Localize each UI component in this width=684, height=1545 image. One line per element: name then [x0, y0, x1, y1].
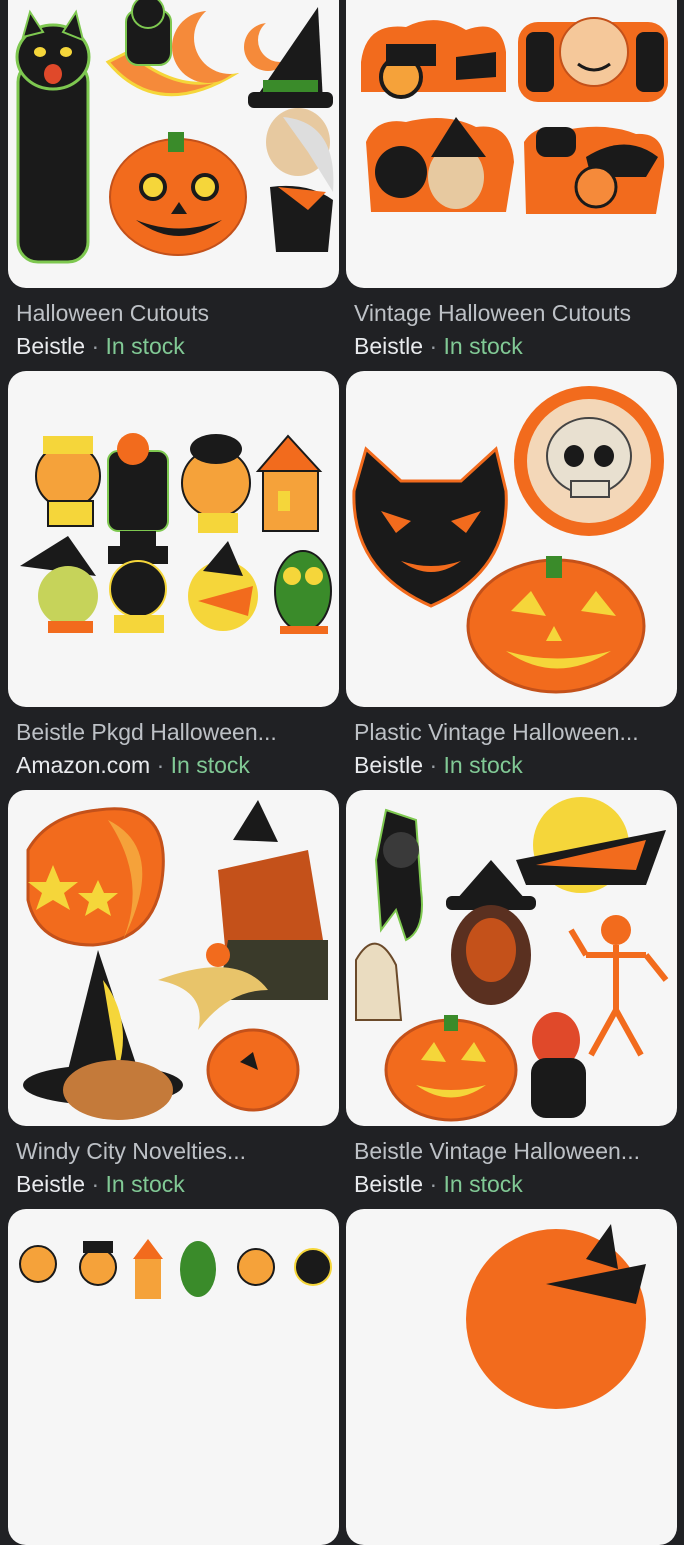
product-image[interactable]	[346, 790, 677, 1126]
seller-name: Beistle	[354, 1171, 424, 1197]
witch-icon	[20, 536, 98, 633]
moon-face-icon	[518, 17, 668, 102]
separator: ·	[429, 1171, 438, 1197]
stock-status: In stock	[170, 752, 250, 778]
stock-status: In stock	[443, 333, 523, 359]
product-title[interactable]: Windy City Novelties...	[16, 1138, 331, 1165]
separator: ·	[429, 752, 438, 778]
seller-name: Beistle	[16, 1171, 86, 1197]
partial-product-image	[466, 1224, 646, 1409]
product-meta: Beistle · In stock	[354, 752, 669, 779]
witch-on-moon-icon	[466, 1224, 646, 1409]
pumpkin-icon	[466, 556, 646, 694]
skull-icon	[514, 386, 664, 536]
pumpkin-man-icon	[35, 436, 101, 527]
seller-name: Beistle	[354, 752, 424, 778]
product-image[interactable]	[8, 790, 339, 1126]
black-cat-icon	[107, 433, 169, 532]
halloween-cutouts-image	[15, 0, 334, 264]
product-title[interactable]: Beistle Pkgd Halloween...	[16, 719, 331, 746]
cart-scene-icon	[361, 20, 506, 99]
product-title[interactable]: Halloween Cutouts	[16, 300, 331, 327]
black-cat-icon	[352, 446, 508, 608]
plastic-vintage-halloween-image	[352, 386, 664, 694]
product-meta: Beistle · In stock	[354, 1171, 669, 1198]
product-title[interactable]: Plastic Vintage Halloween...	[354, 719, 669, 746]
product-meta: Amazon.com · In stock	[16, 752, 331, 779]
pumpkin-icon	[109, 132, 247, 256]
product-image[interactable]	[346, 1209, 677, 1545]
witch-on-moon-icon	[516, 797, 666, 893]
product-title[interactable]: Beistle Vintage Halloween...	[354, 1138, 669, 1165]
vintage-halloween-cutouts-image	[361, 17, 668, 214]
witch-on-moon-icon	[188, 541, 258, 631]
stock-status: In stock	[105, 333, 185, 359]
product-image[interactable]	[8, 371, 339, 707]
haunted-house-icon	[255, 434, 323, 532]
product-meta: Beistle · In stock	[16, 1171, 331, 1198]
separator: ·	[91, 333, 100, 359]
cat-pumpkin-icon	[524, 126, 665, 214]
seller-name: Beistle	[16, 333, 86, 359]
pumpkin-man-icon	[237, 1248, 332, 1286]
product-meta: Beistle · In stock	[354, 333, 669, 360]
pumpkin-man-icon	[181, 434, 251, 533]
windy-city-novelties-image	[23, 800, 328, 1120]
beistle-pkgd-halloween-image	[20, 433, 332, 634]
seller-name: Beistle	[354, 333, 424, 359]
product-meta: Beistle · In stock	[16, 333, 331, 360]
owl-icon	[274, 550, 332, 634]
black-cat-icon	[15, 9, 91, 264]
product-image[interactable]	[8, 0, 339, 288]
black-cat-icon	[108, 531, 168, 633]
product-image[interactable]	[346, 371, 677, 707]
devil-icon	[531, 1012, 586, 1118]
skeleton-icon	[568, 915, 669, 1057]
partial-product-image	[19, 1239, 332, 1299]
owl-icon	[180, 1241, 216, 1297]
pumpkin-icon	[384, 1015, 518, 1122]
pumpkin-man-icon	[19, 1241, 117, 1286]
stock-status: In stock	[443, 752, 523, 778]
stock-status: In stock	[105, 1171, 185, 1197]
product-image[interactable]	[346, 0, 677, 288]
separator: ·	[91, 1171, 100, 1197]
ghost-icon	[355, 942, 403, 1021]
stock-status: In stock	[443, 1171, 523, 1197]
black-cat-icon	[374, 808, 423, 942]
product-image[interactable]	[8, 1209, 339, 1545]
witch-icon	[446, 860, 536, 1005]
seller-name: Amazon.com	[16, 752, 151, 778]
separator: ·	[429, 333, 438, 359]
beistle-vintage-halloween-image	[355, 797, 669, 1122]
moon-stars-icon	[26, 807, 165, 947]
separator: ·	[156, 752, 165, 778]
product-title[interactable]: Vintage Halloween Cutouts	[354, 300, 669, 327]
cat-pumpkin-witch-icon	[366, 117, 514, 212]
haunted-house-icon	[133, 1239, 163, 1299]
witch-icon	[23, 950, 183, 1120]
